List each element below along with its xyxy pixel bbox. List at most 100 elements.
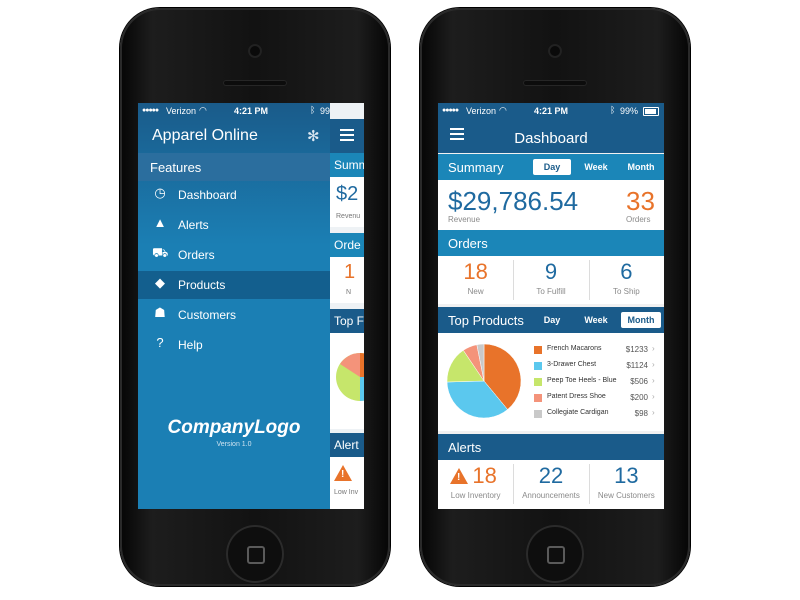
alerts-label: Announcements	[522, 491, 580, 500]
product-value: $200	[630, 393, 648, 402]
warning-icon: !	[334, 465, 352, 481]
chevron-right-icon: ›	[652, 392, 655, 401]
side-menu: ●●●●● Verizon ◠ 4:21 PM ᛒ 99% Apparel On…	[138, 103, 359, 509]
cart-icon: ⛟	[152, 245, 169, 260]
product-name: Collegiate Cardigan	[547, 409, 609, 416]
home-button[interactable]	[526, 525, 584, 583]
alerts-cell[interactable]: 22 Announcements	[513, 460, 589, 508]
peek-alerts-bar: Alert	[330, 433, 364, 457]
version-label: Version 1.0	[216, 441, 252, 448]
dashboard-header: ●●●●● Verizon ◠ 4:21 PM ᛒ 99% Dashboard	[438, 103, 664, 153]
revenue-label: Revenue	[448, 215, 481, 224]
products-tab-month[interactable]: Month	[621, 312, 661, 328]
hamburger-icon[interactable]	[340, 129, 354, 144]
menu-item-orders[interactable]: ⛟ Orders	[138, 241, 330, 269]
alerts-cell[interactable]: 13 New Customers	[588, 460, 664, 508]
orders-cell[interactable]: 18 New	[438, 256, 514, 304]
product-legend-row[interactable]: Peep Toe Heels - Blue $506 ›	[534, 375, 662, 389]
customers-icon: ☗	[154, 305, 166, 320]
bluetooth-icon: ᛒ	[310, 105, 316, 115]
peek-orders-caption: N	[346, 289, 352, 296]
peek-top-products-bar: Top F	[330, 309, 364, 333]
dashboard-peek[interactable]: Summ $2 Revenu Orde 1 N Top F Alert ! Lo…	[330, 103, 364, 509]
legend-swatch	[534, 346, 542, 354]
product-value: $98	[634, 409, 648, 418]
menu-item-customers[interactable]: ☗ Customers	[138, 301, 330, 329]
alerts-label: New Customers	[597, 491, 655, 500]
tag-icon: ◆	[155, 275, 165, 290]
phone-right: ●●●●● Verizon ◠ 4:21 PM ᛒ 99% Dashboard …	[420, 8, 690, 586]
chevron-right-icon: ›	[652, 376, 655, 385]
menu-item-help[interactable]: ? Help	[138, 331, 330, 359]
product-value: $506	[630, 377, 648, 386]
summary-tab-month[interactable]: Month	[621, 159, 661, 175]
peek-alerts-card: ! Low Inv	[330, 457, 364, 509]
top-products-title: Top Products	[448, 313, 524, 328]
features-label: Features	[150, 160, 202, 175]
warning-icon: !	[450, 468, 468, 484]
menu-item-label: Orders	[178, 248, 215, 262]
earpiece-speaker	[223, 80, 287, 86]
menu-item-label: Help	[178, 338, 203, 352]
company-logo: CompanyLogo	[167, 417, 301, 438]
orders-label: To Ship	[612, 287, 640, 296]
product-legend-row[interactable]: Collegiate Cardigan $98 ›	[534, 407, 662, 421]
summary-tab-day[interactable]: Day	[533, 159, 571, 175]
peek-orders-card: 1 N	[330, 257, 364, 303]
menu-item-dashboard[interactable]: ◷ Dashboard	[138, 181, 330, 209]
menu-item-label: Alerts	[178, 218, 209, 232]
product-legend-row[interactable]: Patent Dress Shoe $200 ›	[534, 391, 662, 405]
battery-icon	[643, 107, 659, 116]
legend-swatch	[534, 362, 542, 370]
product-value: $1233	[625, 345, 648, 354]
menu-item-alerts[interactable]: ▲ Alerts	[138, 211, 330, 239]
peek-pie-slice-blue	[360, 377, 364, 401]
alerts-card: 18 Low Inventory! 22 Announcements 13 New Cus…	[438, 460, 664, 509]
peek-pie-slice-orange	[360, 353, 364, 377]
chevron-right-icon: ›	[652, 408, 655, 417]
earpiece-speaker	[523, 80, 587, 86]
summary-tab-week[interactable]: Week	[576, 159, 616, 175]
product-name: Peep Toe Heels - Blue	[547, 377, 617, 384]
summary-bar: Summary Day Week Month	[438, 154, 664, 180]
home-button[interactable]	[226, 525, 284, 583]
peek-summary-bar: Summ	[330, 153, 364, 177]
peek-chart-card	[330, 333, 364, 429]
top-products-card: French Macarons $1233 › 3-Drawer Chest $1124…	[438, 333, 664, 431]
status-bar: ●●●●● Verizon ◠ 4:21 PM ᛒ 99%	[438, 103, 664, 119]
menu-item-products[interactable]: ◆ Products	[138, 271, 330, 299]
page-title: Dashboard	[514, 130, 588, 147]
gear-icon[interactable]: ✻	[307, 127, 320, 145]
summary-card[interactable]: $29,786.54 Revenue 33 Orders	[438, 180, 664, 230]
orders-card: 18 New 9 To Fulfill 6 To Ship	[438, 256, 664, 304]
features-header: Features	[138, 153, 330, 181]
orders-cell[interactable]: 6 To Ship	[588, 256, 664, 304]
products-tab-week[interactable]: Week	[576, 312, 616, 328]
front-camera	[248, 44, 262, 58]
cell-divider	[513, 464, 515, 504]
battery-percent: 99%	[620, 106, 639, 116]
dashboard-icon: ◷	[154, 185, 166, 200]
revenue-value: $29,786.54	[448, 186, 579, 216]
legend-swatch	[534, 378, 542, 386]
front-camera	[548, 44, 562, 58]
chevron-right-icon: ›	[652, 344, 655, 353]
products-tab-day[interactable]: Day	[533, 312, 571, 328]
peek-orders-bar: Orde	[330, 233, 364, 257]
product-legend-row[interactable]: 3-Drawer Chest $1124 ›	[534, 359, 662, 373]
product-legend-row[interactable]: French Macarons $1233 ›	[534, 343, 662, 357]
alerts-cell[interactable]: 18 Low Inventory!	[438, 460, 514, 508]
peek-pie-chart	[336, 353, 364, 401]
cell-divider	[588, 260, 590, 300]
products-pie-chart	[446, 343, 522, 419]
top-products-bar: Top Products Day Week Month	[438, 307, 664, 333]
cell-divider	[588, 464, 590, 504]
orders-value: 6	[620, 259, 633, 284]
orders-title: Orders	[448, 236, 488, 251]
peek-revenue-caption: Revenu	[336, 213, 361, 220]
peek-top-products-label: Top F	[334, 314, 364, 328]
product-name: Patent Dress Shoe	[547, 393, 606, 400]
alerts-title: Alerts	[448, 440, 482, 455]
legend-swatch	[534, 394, 542, 402]
orders-cell[interactable]: 9 To Fulfill	[513, 256, 589, 304]
